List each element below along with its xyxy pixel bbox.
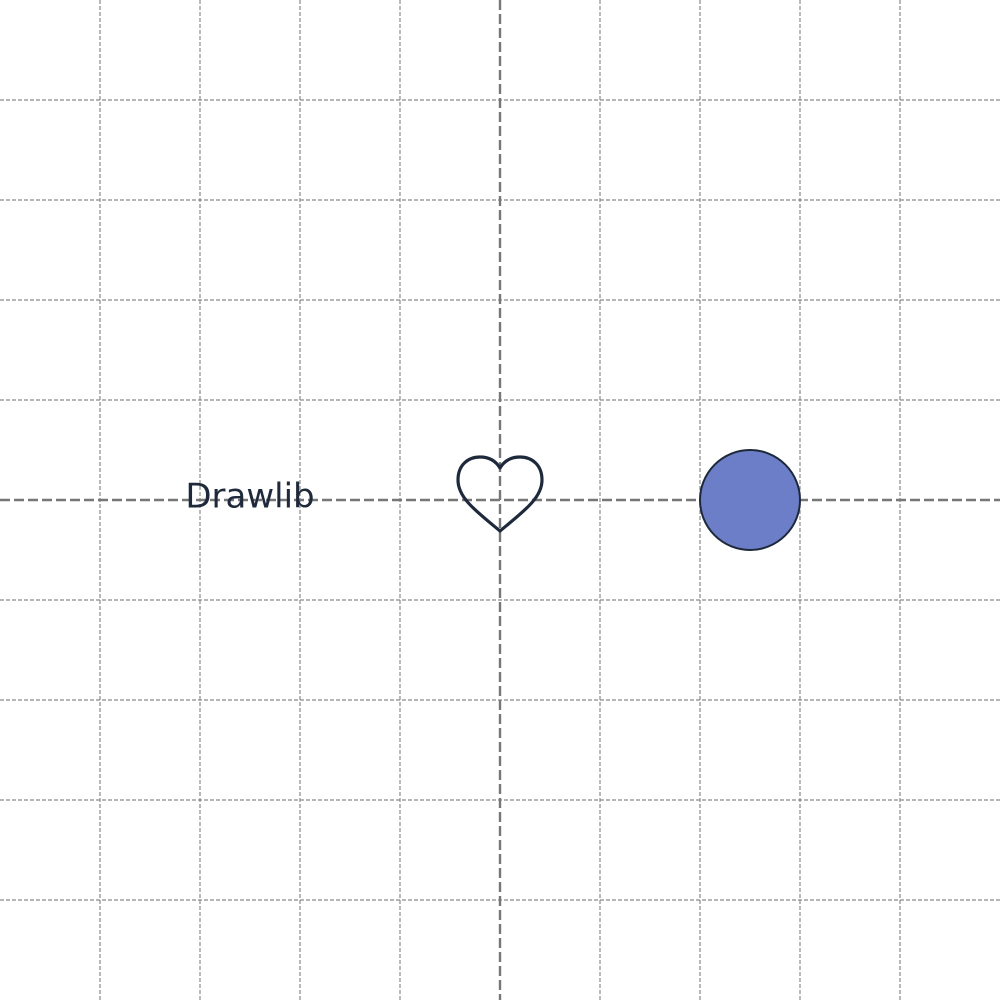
drawlib-text: Drawlib <box>185 477 314 517</box>
blue-circle <box>699 449 801 551</box>
drawing-canvas: Drawlib <box>0 0 1000 1000</box>
